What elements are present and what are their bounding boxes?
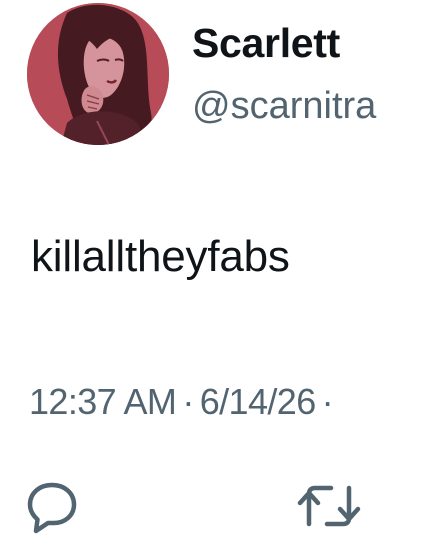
tweet-date[interactable]: 6/14/26 — [200, 381, 317, 422]
tweet-card: Scarlett @scarnitra killalltheyfabs 12:3… — [0, 0, 428, 549]
meta-separator-trailing: · — [321, 381, 334, 422]
retweet-button[interactable] — [297, 478, 361, 534]
reply-bubble-icon — [27, 482, 77, 534]
tweet-metadata: 12:37 AM · 6/14/26 · — [29, 381, 339, 423]
reply-button[interactable] — [25, 478, 81, 534]
display-name[interactable]: Scarlett — [192, 20, 340, 67]
tweet-text: killalltheyfabs — [31, 232, 290, 281]
tweet-time[interactable]: 12:37 AM — [29, 381, 177, 422]
avatar[interactable] — [27, 3, 169, 145]
user-handle[interactable]: @scarnitra — [192, 85, 376, 128]
tweet-actions — [0, 478, 428, 538]
profile-avatar-illustration — [27, 3, 169, 145]
retweet-icon — [297, 485, 361, 527]
meta-separator: · — [182, 381, 194, 422]
